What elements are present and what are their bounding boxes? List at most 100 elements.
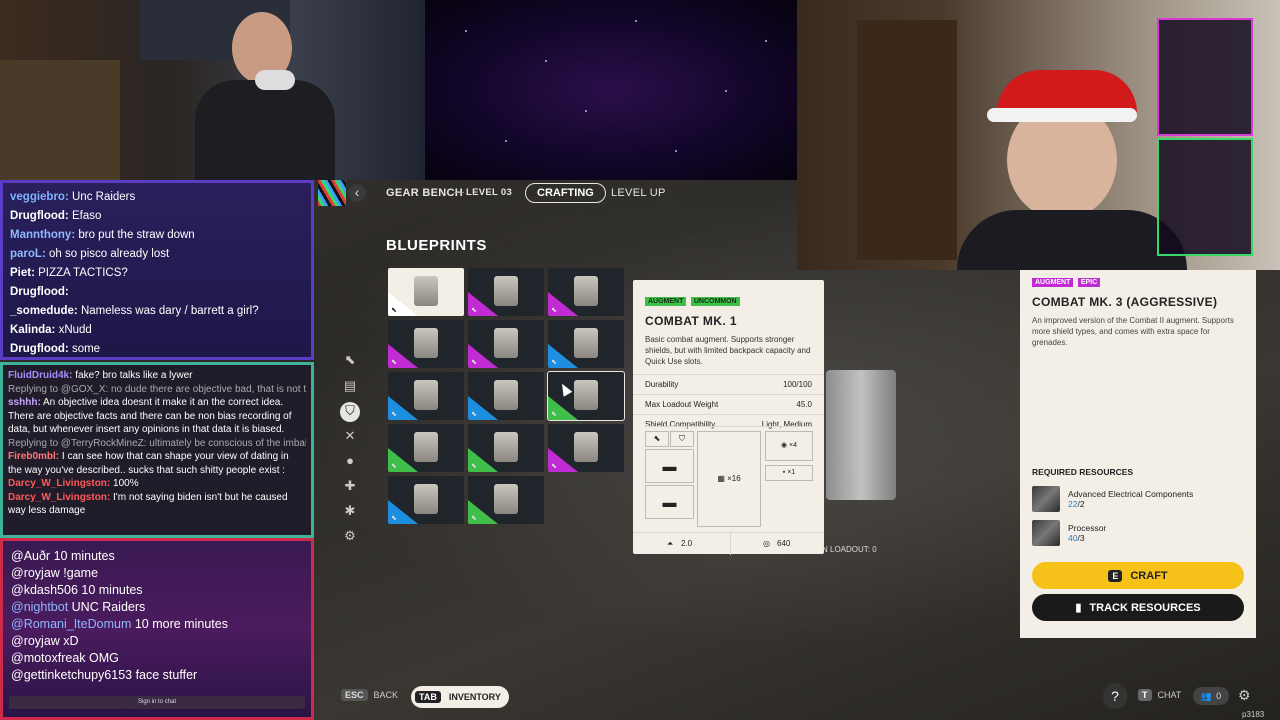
santa-hat-trim bbox=[987, 108, 1137, 122]
chat-text: xNudd bbox=[55, 324, 92, 336]
item-thumbnail bbox=[494, 484, 518, 514]
item-thumbnail bbox=[414, 276, 438, 306]
streamer-left-body bbox=[195, 80, 335, 180]
item-thumbnail bbox=[494, 432, 518, 462]
resource-thumbnail bbox=[1032, 520, 1060, 546]
chat-username: Fireb0mbl: bbox=[8, 451, 60, 462]
category-misc-icon[interactable]: ⚙ bbox=[341, 527, 359, 545]
chat-text: 10 minutes bbox=[77, 583, 143, 597]
chat-username: Darcy_W_Livingston: bbox=[8, 491, 111, 503]
tab-crafting[interactable]: CRAFTING bbox=[525, 183, 606, 203]
sign-in-to-chat-button[interactable]: Sign in to chat bbox=[9, 696, 305, 709]
chat-message: FluidDruid4k: fake? bro talks like a lyw… bbox=[8, 369, 306, 383]
item-thumbnail bbox=[494, 276, 518, 306]
resource-info: Processor 40/3 bbox=[1068, 523, 1106, 543]
back-button[interactable]: ‹ bbox=[348, 184, 366, 202]
chat-text: some bbox=[68, 343, 101, 355]
chat-message: Darcy_W_Livingston: 100% bbox=[8, 477, 306, 491]
resource-count: 40/3 bbox=[1068, 533, 1106, 543]
resource-info: Advanced Electrical Components 22/2 bbox=[1068, 489, 1193, 509]
chat-message: @royjaw xD bbox=[11, 633, 303, 650]
chat-text: 100% bbox=[110, 478, 139, 489]
slot-quickuse: ◉ ×4 bbox=[765, 431, 813, 461]
panel-item-name: COMBAT MK. 3 (AGGRESSIVE) bbox=[1032, 295, 1218, 309]
tab-level-up[interactable]: LEVEL UP bbox=[611, 187, 666, 199]
chat-text: data, but whenever insert any opinions i… bbox=[8, 424, 285, 435]
gear-bench-title: GEAR BENCH bbox=[386, 187, 463, 199]
chat-text: PIZZA TACTICS? bbox=[34, 267, 128, 279]
resource-row: Advanced Electrical Components 22/2 bbox=[1032, 482, 1244, 516]
category-shield-icon[interactable]: ⛉ bbox=[340, 402, 360, 422]
blueprint-tile[interactable]: ⬉ bbox=[468, 476, 544, 524]
augment-badge-icon: ⬉ bbox=[471, 463, 477, 470]
blueprint-tile[interactable]: ⬉ bbox=[548, 424, 624, 472]
chat-username: FluidDruid4k: bbox=[8, 370, 73, 381]
chat-username: @motoxfreak bbox=[11, 651, 86, 665]
blueprint-tile[interactable]: ⬉ bbox=[388, 268, 464, 316]
chat-message: the way you've described.. sucks that su… bbox=[8, 464, 306, 478]
category-medical-icon[interactable]: ✚ bbox=[341, 477, 359, 495]
party-button[interactable]: 👥 0 bbox=[1193, 687, 1229, 705]
category-grenade-icon[interactable]: ● bbox=[341, 452, 359, 470]
chat-message: data, but whenever insert any opinions i… bbox=[8, 423, 306, 437]
blueprint-tile[interactable]: ⬉ bbox=[388, 372, 464, 420]
bookmark-icon: ▮ bbox=[1075, 602, 1082, 614]
chat-text: Unc Raiders bbox=[68, 191, 136, 203]
chat-text: An objective idea doesnt it make it an t… bbox=[40, 397, 284, 408]
blueprint-tile[interactable]: ⬉ bbox=[388, 320, 464, 368]
card-tag-type: AUGMENT bbox=[645, 297, 687, 306]
blueprint-tile[interactable]: ⬉ bbox=[468, 372, 544, 420]
chat-text: Efaso bbox=[68, 210, 102, 222]
chat-username: @kdash506 bbox=[11, 583, 78, 597]
craft-detail-panel: AUGMENT EPIC COMBAT MK. 3 (AGGRESSIVE) A… bbox=[1020, 270, 1256, 638]
chat-message: sshhh: An objective idea doesnt it make … bbox=[8, 396, 306, 410]
chat-button[interactable]: T CHAT bbox=[1138, 689, 1181, 701]
craft-button[interactable]: E CRAFT bbox=[1032, 562, 1244, 589]
streamer-right-body bbox=[957, 210, 1187, 270]
chat-text: There are objective facts and there can … bbox=[8, 410, 292, 422]
track-resources-button[interactable]: ▮ TRACK RESOURCES bbox=[1032, 594, 1244, 621]
loadout-counter: N LOADOUT: 0 bbox=[822, 545, 877, 554]
chat-message: There are objective facts and there can … bbox=[8, 410, 306, 424]
chat-message: _somedude: Nameless was dary / barrett a… bbox=[10, 302, 304, 321]
chat-message: Fireb0mbl: I can see how that can shape … bbox=[8, 450, 306, 464]
chat-message: @kdash506 10 minutes bbox=[11, 582, 303, 599]
item-detail-card: AUGMENT UNCOMMON COMBAT MK. 1 Basic comb… bbox=[633, 280, 824, 555]
craft-label: CRAFT bbox=[1130, 569, 1168, 582]
augment-badge-icon: ⬉ bbox=[551, 411, 557, 418]
help-icon[interactable]: ? bbox=[1103, 683, 1127, 709]
esc-back-button[interactable]: ESC BACK bbox=[341, 689, 398, 701]
augment-badge-icon: ⬉ bbox=[391, 411, 397, 418]
category-tools-icon[interactable]: ✕ bbox=[341, 427, 359, 445]
inventory-button[interactable]: TAB INVENTORY bbox=[411, 686, 509, 708]
stat-row: Max Loadout Weight 45.0 bbox=[633, 394, 824, 414]
topbar-stripes bbox=[318, 180, 346, 206]
blueprint-tile[interactable]: ⬉ bbox=[388, 476, 464, 524]
augment-badge-icon: ⬉ bbox=[391, 307, 397, 314]
chat-message: @royjaw !game bbox=[11, 565, 303, 582]
chat-message: @motoxfreak OMG bbox=[11, 650, 303, 667]
required-resources-title: REQUIRED RESOURCES bbox=[1032, 467, 1134, 477]
blueprint-tile[interactable]: ⬉ bbox=[468, 424, 544, 472]
chat-username: sshhh: bbox=[8, 397, 41, 408]
category-utility-icon[interactable]: ✱ bbox=[341, 502, 359, 520]
chat-text: Replying to @GOX_X: no dude there are ob… bbox=[8, 383, 306, 395]
blueprint-tile[interactable]: ⬉ bbox=[548, 320, 624, 368]
stat-value: 45.0 bbox=[796, 400, 812, 409]
chat-text: oh so pisco already lost bbox=[45, 248, 170, 260]
category-backpack-icon[interactable]: ▤ bbox=[341, 377, 359, 395]
augment-badge-icon: ⬉ bbox=[471, 359, 477, 366]
blueprint-tile[interactable]: ⬉ bbox=[468, 268, 544, 316]
chat-text: way less damage bbox=[8, 505, 86, 516]
chat-text: 10 more minutes bbox=[131, 617, 228, 631]
chat-text: the way you've described.. sucks that su… bbox=[8, 464, 286, 476]
blueprint-tile[interactable]: ⬉ bbox=[547, 371, 625, 421]
blueprint-tile[interactable]: ⬉ bbox=[468, 320, 544, 368]
category-augment-icon[interactable]: ⬉ bbox=[341, 351, 359, 369]
chat-username: @Auðr bbox=[11, 549, 51, 563]
chat-username: Darcy_W_Livingston: bbox=[8, 478, 111, 489]
blueprint-tile[interactable]: ⬉ bbox=[548, 268, 624, 316]
stat-value: 100/100 bbox=[783, 380, 812, 389]
settings-gear-icon[interactable]: ⚙ bbox=[1238, 687, 1251, 704]
blueprint-tile[interactable]: ⬉ bbox=[388, 424, 464, 472]
